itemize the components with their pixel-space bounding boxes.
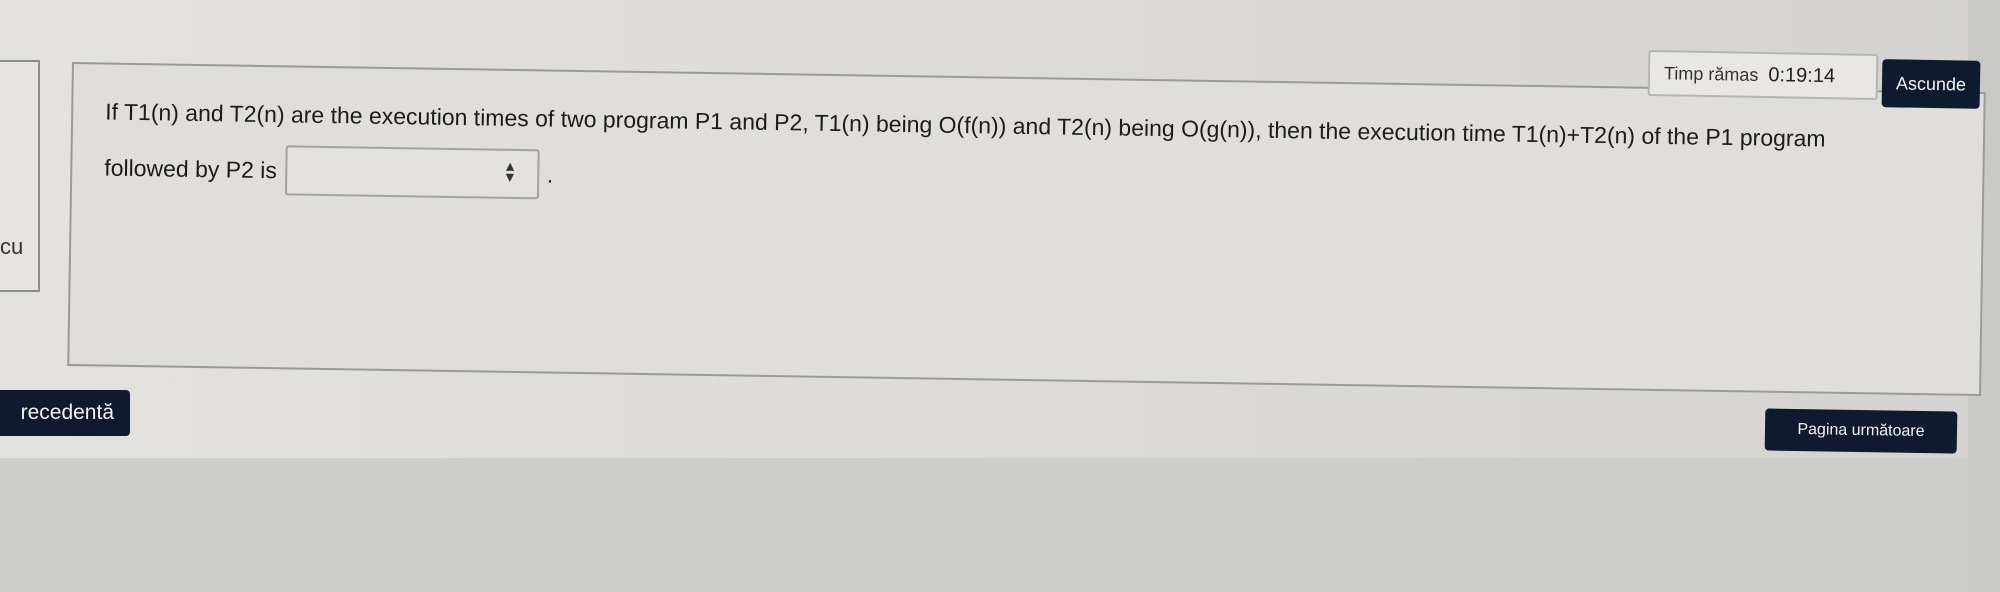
lower-panel: [0, 458, 1968, 592]
updown-arrows-icon: ▲ ▼: [502, 157, 518, 186]
hide-timer-button[interactable]: Ascunde: [1881, 59, 1981, 109]
timer-box: Timp rămas 0:19:14: [1647, 49, 1879, 101]
question-text-line2: followed by P2 is ▲ ▼ .: [104, 143, 554, 200]
question-info-panel: cu: [0, 60, 40, 292]
timer-value: 0:19:14: [1768, 63, 1836, 87]
timer-label: Timp rămas: [1663, 62, 1759, 85]
previous-page-button[interactable]: recedentă: [0, 390, 130, 436]
question-prefix: followed by P2 is: [104, 154, 278, 183]
answer-select[interactable]: ▲ ▼: [284, 145, 540, 200]
question-suffix: .: [546, 160, 554, 188]
next-page-button[interactable]: Pagina următoare: [1764, 408, 1958, 454]
question-box: If T1(n) and T2(n) are the execution tim…: [67, 62, 1986, 397]
question-text: If T1(n) and T2(n) are the execution tim…: [105, 98, 1826, 152]
info-panel-text: cu: [0, 234, 24, 259]
